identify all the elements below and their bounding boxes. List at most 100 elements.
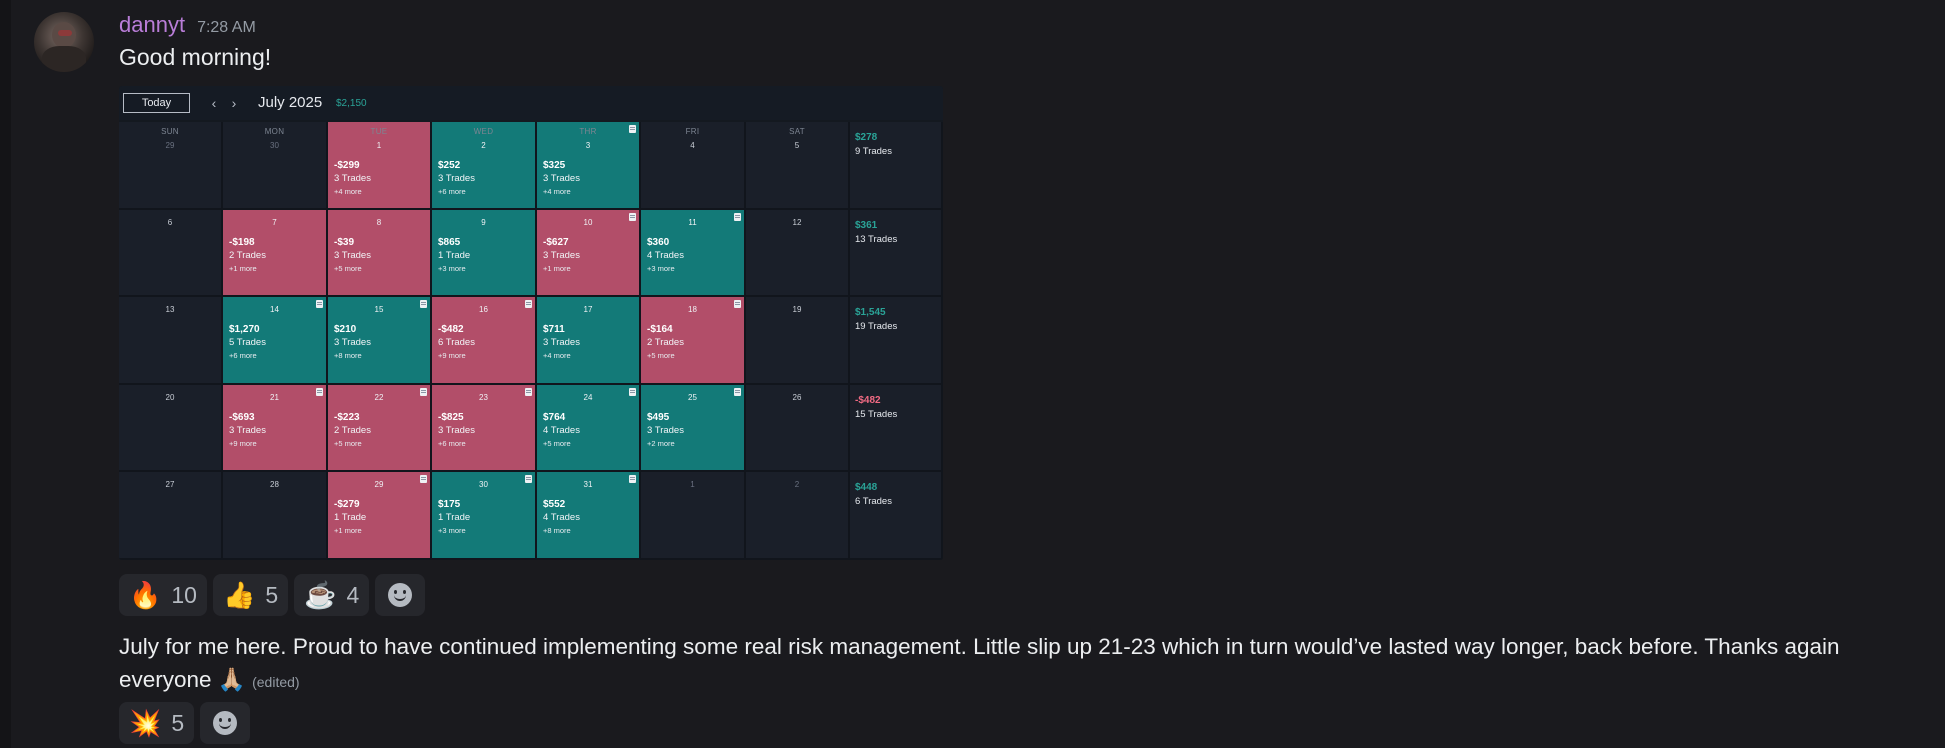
chevron-left-icon: ‹	[211, 95, 217, 111]
day-number: 7	[272, 218, 277, 227]
day-pnl: -$198	[229, 237, 255, 248]
day-trade-count: 4 Trades	[543, 425, 580, 436]
week-trade-count: 13 Trades	[855, 234, 898, 245]
avatar[interactable]	[34, 12, 94, 72]
note-icon	[734, 213, 741, 221]
day-pnl: -$825	[438, 412, 464, 423]
note-icon	[420, 300, 427, 308]
day-more-link: +3 more	[438, 526, 466, 535]
today-button: Today	[123, 93, 190, 113]
day-trade-count: 2 Trades	[647, 337, 684, 348]
reaction-count: 4	[346, 581, 360, 608]
calendar-day-cell: 11 $360 4 Trades +3 more	[641, 210, 746, 297]
calendar-day-cell: FRI 4	[641, 122, 746, 210]
calendar-day-cell: 8 -$39 3 Trades +5 more	[328, 210, 432, 297]
day-trade-count: 1 Trade	[334, 512, 367, 523]
message-reactions: 🔥 10 👍 5 ☕ 4	[119, 574, 426, 616]
day-pnl: -$693	[229, 412, 255, 423]
day-pnl: -$627	[543, 237, 569, 248]
note-icon	[734, 388, 741, 396]
day-trade-count: 1 Trade	[438, 250, 471, 261]
note-icon	[629, 213, 636, 221]
reaction-coffee[interactable]: ☕ 4	[294, 574, 370, 616]
day-trade-count: 3 Trades	[438, 173, 475, 184]
calendar-day-cell: 9 $865 1 Trade +3 more	[432, 210, 537, 297]
weekday-header: WED	[473, 127, 494, 136]
day-number: 13	[165, 305, 175, 314]
calendar-image-attachment[interactable]: Today ‹ › July 2025 $2,150 SUN 29 MON 30 TUE…	[119, 86, 943, 560]
day-more-link: +9 more	[438, 351, 466, 360]
calendar-day-cell: 15 $210 3 Trades +8 more	[328, 297, 432, 385]
day-pnl: $175	[438, 499, 461, 510]
week-summary-cell: $278 9 Trades	[850, 122, 943, 210]
calendar-grid: SUN 29 MON 30 TUE 1 -$299 3 Trades +4 more WED 2 $2…	[119, 122, 943, 560]
day-pnl: -$279	[334, 499, 360, 510]
calendar-day-cell: 25 $495 3 Trades +2 more	[641, 385, 746, 472]
day-number: 31	[583, 480, 593, 489]
note-icon	[629, 125, 636, 133]
calendar-day-cell: 28	[223, 472, 328, 560]
calendar-day-cell: 16 -$482 6 Trades +9 more	[432, 297, 537, 385]
reaction-collision[interactable]: 💥 5	[119, 702, 195, 744]
day-pnl: $764	[543, 412, 566, 423]
calendar-day-cell: 21 -$693 3 Trades +9 more	[223, 385, 328, 472]
calendar-day-cell: 29 -$279 1 Trade +1 more	[328, 472, 432, 560]
channel-edge	[0, 0, 11, 748]
day-trade-count: 1 Trade	[438, 512, 471, 523]
day-number: 16	[479, 305, 488, 314]
note-icon	[525, 300, 532, 308]
coffee-icon: ☕	[304, 580, 337, 610]
day-number: 12	[792, 218, 802, 227]
day-number: 27	[165, 480, 175, 489]
add-reaction-button[interactable]	[200, 702, 251, 744]
week-trade-count: 6 Trades	[855, 496, 892, 507]
note-icon	[629, 475, 636, 483]
day-number: 9	[481, 218, 486, 227]
calendar-day-cell: MON 30	[223, 122, 328, 210]
day-number: 5	[794, 141, 800, 150]
note-icon	[316, 388, 323, 396]
day-more-link: +5 more	[334, 264, 362, 273]
day-number: 30	[479, 480, 488, 489]
calendar-month-total: $2,150	[336, 98, 367, 109]
day-pnl: $360	[647, 237, 670, 248]
day-number: 30	[270, 141, 279, 150]
username[interactable]: dannyt	[119, 12, 185, 38]
day-pnl: $1,270	[229, 324, 260, 335]
day-more-link: +3 more	[647, 264, 675, 273]
reaction-thumbs-up[interactable]: 👍 5	[212, 574, 289, 616]
weekday-header: TUE	[370, 127, 388, 136]
week-trade-count: 15 Trades	[855, 409, 898, 420]
day-more-link: +5 more	[647, 351, 675, 360]
add-reaction-button[interactable]	[375, 574, 426, 616]
message-header: dannyt 7:28 AM	[119, 12, 256, 40]
day-trade-count: 4 Trades	[543, 512, 580, 523]
day-number: 23	[479, 393, 488, 402]
day-pnl: -$223	[334, 412, 360, 423]
day-pnl: $210	[334, 324, 357, 335]
week-trade-count: 9 Trades	[855, 146, 892, 157]
day-pnl: $711	[543, 324, 565, 335]
calendar-day-cell: 24 $764 4 Trades +5 more	[537, 385, 641, 472]
calendar-toolbar: Today ‹ › July 2025 $2,150	[119, 86, 943, 120]
week-summary-cell: $361 13 Trades	[850, 210, 943, 297]
note-icon	[316, 300, 323, 308]
day-pnl: $252	[438, 160, 461, 171]
edited-label: (edited)	[252, 674, 300, 690]
day-trade-count: 2 Trades	[229, 250, 266, 261]
day-trade-count: 3 Trades	[334, 250, 371, 261]
timestamp[interactable]: 7:28 AM	[197, 19, 256, 37]
reaction-fire[interactable]: 🔥 10	[119, 574, 207, 616]
weekday-header: MON	[264, 127, 285, 136]
message-2-reactions: 💥 5	[119, 702, 251, 744]
day-number: 3	[585, 141, 591, 150]
day-more-link: +5 more	[543, 439, 571, 448]
message-text: Good morning!	[119, 44, 272, 70]
weekday-header: FRI	[685, 127, 700, 136]
calendar-day-cell: 17 $711 3 Trades +4 more	[537, 297, 641, 385]
calendar-month-title: July 2025	[258, 94, 323, 111]
day-pnl: $865	[438, 237, 461, 248]
day-number: 1	[376, 141, 382, 150]
day-trade-count: 3 Trades	[438, 425, 475, 436]
calendar-day-cell: 31 $552 4 Trades +8 more	[537, 472, 641, 560]
